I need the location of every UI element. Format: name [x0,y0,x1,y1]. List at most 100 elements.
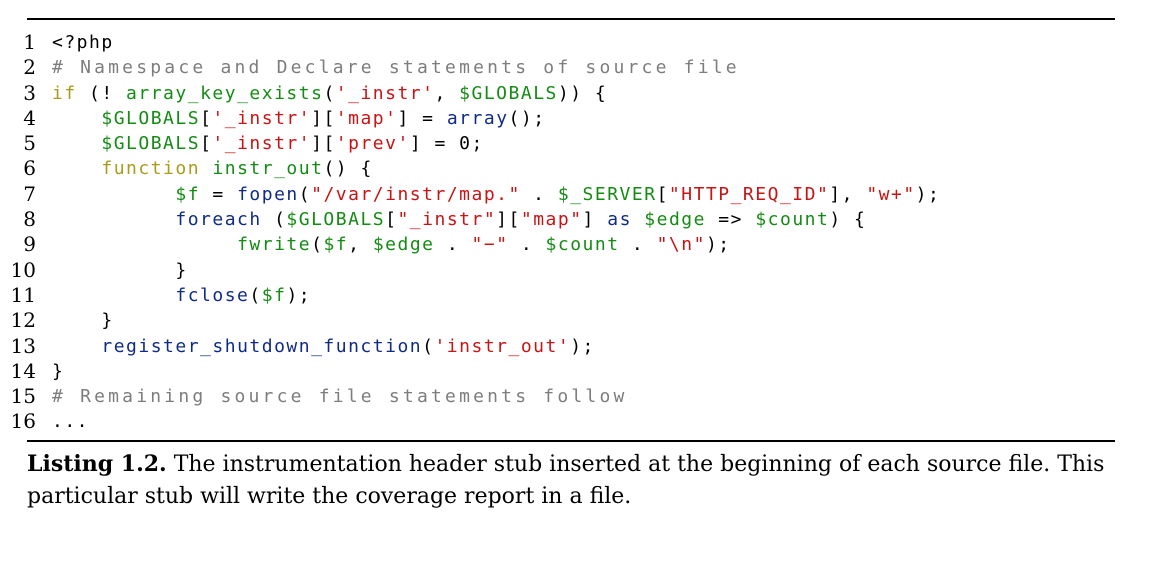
variable-token: $GLOBALS [101,133,201,155]
code-token: , [348,234,373,256]
variable-token: $GLOBALS [286,209,386,231]
code-line: 8 foreach ($GLOBALS["_instr"]["map"] as … [0,207,1154,232]
comment-token: # Remaining source file statements follo… [52,386,628,408]
code-token: . [619,234,657,256]
code-line: 5 $GLOBALS['_instr']['prev'] = 0; [0,131,1154,156]
line-code: <?php [52,30,114,55]
variable-token: array_key_exists [126,82,324,104]
line-number: 8 [23,207,36,232]
variable-token: $edge [372,234,435,256]
code-token: . [434,234,472,256]
line-code: function instr_out() { [52,156,373,181]
string-token: 'prev' [335,133,410,155]
variable-token: $count [545,234,620,256]
code-line: 10 } [0,258,1154,283]
variable-token: instr_out [212,158,324,180]
line-number: 3 [23,80,36,105]
code-token: [ [200,107,213,129]
code-line: 2 # Namespace and Declare statements of s… [0,55,1154,80]
code-token: [ [200,133,213,155]
string-token: "\n" [656,234,706,256]
code-token: ); [705,234,731,256]
code-token: ][ [311,133,336,155]
code-token: ( [311,234,324,256]
listing-caption: Listing 1.2. The instrumentation header … [27,448,1127,513]
code-token: ] [582,209,608,231]
line-number: 14 [10,358,36,383]
code-listing: 1 <?php 2 # Namespace and Declare statement… [0,30,1154,435]
code-token: (! [76,82,127,104]
code-token: ], [829,183,867,205]
variable-token: $f [175,183,201,205]
code-token: () { [323,158,373,180]
code-line: 6 function instr_out() { [0,156,1154,181]
function-token: register_shutdown_function [101,335,423,357]
line-number: 6 [23,156,36,181]
line-number: 13 [10,333,36,358]
listing-top-rule [27,18,1115,20]
line-number: 5 [23,131,36,156]
line-code: foreach ($GLOBALS["_instr"]["map"] as $e… [52,207,866,232]
code-token: ( [422,335,435,357]
code-token: [ [385,209,398,231]
listing-bottom-rule [27,440,1115,442]
code-token: ); [286,284,312,306]
code-token: ( [298,183,312,205]
code-token: ( [261,209,287,231]
code-token: ( [323,82,336,104]
code-token: )) { [557,82,608,104]
code-line: 9 fwrite($f, $edge . "−" . $count . "\n"… [0,232,1154,257]
string-token: '_instr' [212,133,312,155]
caption-label: Listing 1.2. [27,451,167,477]
keyword-token: if [52,82,77,104]
line-number: 11 [10,282,36,307]
code-line: 12 } [0,308,1154,333]
line-code: $f = fopen("/var/instr/map." . $_SERVER[… [52,182,940,207]
code-line: 13 register_shutdown_function('instr_out… [0,334,1154,359]
variable-token: $_SERVER [557,183,657,205]
string-token: "w+" [866,183,916,205]
function-token: fclose [175,284,250,306]
line-number: 1 [23,30,36,54]
line-code: $GLOBALS['_instr']['prev'] = 0; [52,131,484,156]
keyword-token: function [101,158,201,180]
line-number: 12 [10,308,36,333]
line-code: # Namespace and Declare statements of so… [52,55,740,80]
function-token: as [607,209,632,231]
variable-token: $f [261,284,287,306]
line-number: 9 [23,232,36,257]
code-token: } [175,259,188,281]
line-code: } [52,359,64,384]
string-token: "−" [471,234,509,256]
string-token: 'instr_out' [434,335,571,357]
line-code: fwrite($f, $edge . "−" . $count . "\n"); [52,232,731,257]
string-token: "/var/instr/map." [311,183,521,205]
function-token: array [446,107,509,129]
code-line: 7 $f = fopen("/var/instr/map." . $_SERVE… [0,182,1154,207]
line-code: $GLOBALS['_instr']['map'] = array(); [52,106,546,131]
line-code: # Remaining source file statements follo… [52,384,628,409]
code-line: 11 fclose($f); [0,283,1154,308]
comment-token: # Namespace and Declare statements of so… [52,57,740,79]
variable-token: $GLOBALS [101,107,201,129]
code-token: ][ [311,107,336,129]
variable-token: fwrite [237,234,312,256]
code-line: 3 if (! array_key_exists('_instr', $GLOBA… [0,81,1154,106]
variable-token: $f [323,234,349,256]
code-token: , [434,82,460,104]
code-token: ); [570,335,595,357]
code-token: ][ [496,209,521,231]
code-token: = [200,183,238,205]
code-token: . [508,234,546,256]
function-token: fopen [237,183,299,205]
line-number: 10 [10,257,36,282]
code-token: . [520,183,558,205]
